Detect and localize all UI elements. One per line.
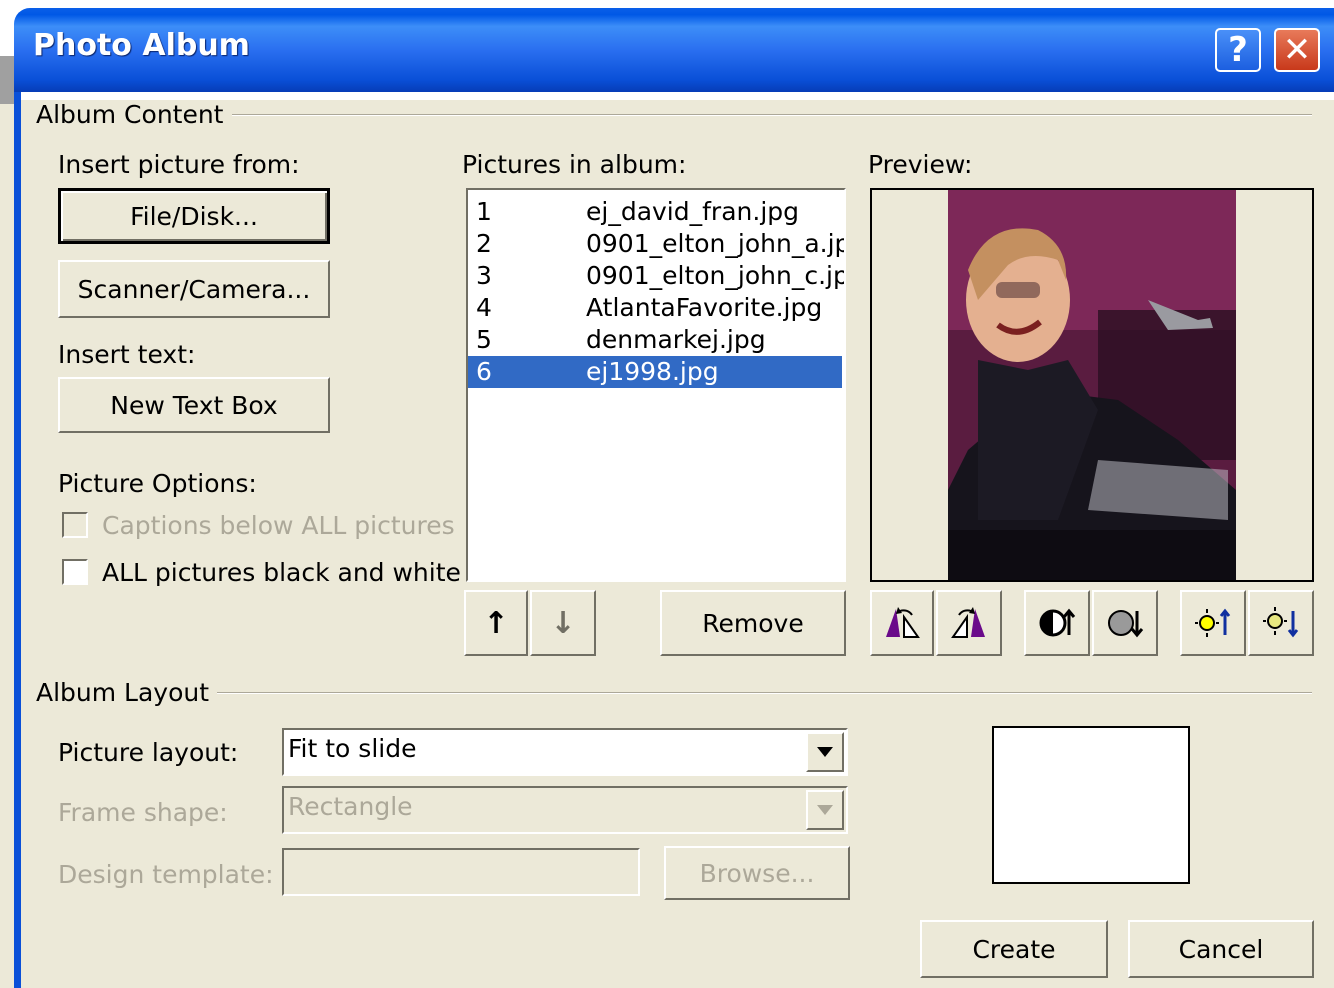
scanner-camera-button[interactable]: Scanner/Camera... (58, 260, 330, 318)
window-title: Photo Album (33, 28, 250, 63)
rotate-right-icon (951, 607, 985, 638)
cancel-button[interactable]: Cancel (1128, 920, 1314, 978)
picture-layout-dropdown[interactable]: Fit to slide (282, 728, 848, 776)
more-brightness-button[interactable] (1180, 590, 1246, 656)
title-bar: Photo Album ? ✕ (0, 0, 1334, 104)
picture-layout-label: Picture layout: (58, 738, 239, 767)
more-contrast-button[interactable] (1024, 590, 1090, 656)
captions-checkbox[interactable] (62, 512, 88, 538)
new-text-box-button[interactable]: New Text Box (58, 377, 330, 433)
less-brightness-button[interactable] (1248, 590, 1314, 656)
contrast-down-icon (1108, 610, 1144, 638)
insert-picture-label: Insert picture from: (58, 150, 300, 179)
close-icon: ✕ (1282, 30, 1312, 70)
help-icon: ? (1228, 30, 1248, 70)
rotate-right-button[interactable] (936, 590, 1002, 656)
remove-button[interactable]: Remove (660, 590, 846, 656)
close-button[interactable]: ✕ (1274, 28, 1320, 72)
less-contrast-button[interactable] (1092, 590, 1158, 656)
album-layout-divider (40, 692, 1312, 694)
design-template-label: Design template: (58, 860, 274, 889)
chevron-down-icon[interactable] (806, 790, 844, 830)
frame-shape-dropdown[interactable]: Rectangle (282, 786, 848, 834)
pictures-in-album-label: Pictures in album: (462, 150, 687, 179)
design-template-field[interactable] (282, 848, 640, 896)
picture-options-label: Picture Options: (58, 469, 257, 498)
list-item[interactable]: 5 denmarkej.jpg (468, 324, 844, 356)
arrow-down-icon: ↓ (550, 605, 576, 641)
move-down-button[interactable]: ↓ (530, 590, 596, 656)
preview-label: Preview: (868, 150, 973, 179)
black-white-checkbox[interactable] (62, 559, 88, 585)
rotate-left-button[interactable] (870, 590, 934, 656)
picture-layout-value: Fit to slide (288, 734, 417, 763)
frame-shape-label: Frame shape: (58, 798, 228, 827)
insert-text-label: Insert text: (58, 340, 196, 369)
move-up-button[interactable]: ↑ (464, 590, 528, 656)
contrast-up-icon (1039, 608, 1076, 637)
list-item[interactable]: 4 AtlantaFavorite.jpg (468, 292, 844, 324)
preview-photo (948, 190, 1236, 580)
album-layout-group-label: Album Layout (36, 678, 218, 707)
layout-preview (992, 726, 1190, 884)
black-white-checkbox-label: ALL pictures black and white (102, 558, 461, 587)
arrow-up-icon: ↑ (483, 605, 509, 641)
captions-checkbox-label: Captions below ALL pictures (102, 511, 455, 540)
chevron-down-icon[interactable] (806, 732, 844, 772)
pictures-list[interactable]: 1 ej_david_fran.jpg 2 0901_elton_john_a.jp… (466, 188, 846, 582)
brightness-down-icon (1263, 607, 1299, 638)
browse-button[interactable]: Browse... (664, 846, 850, 900)
brightness-up-icon (1195, 608, 1231, 637)
create-button[interactable]: Create (920, 920, 1108, 978)
list-item-selected[interactable]: 6 ej1998.jpg (468, 356, 842, 388)
list-item[interactable]: 1 ej_david_fran.jpg (468, 196, 844, 228)
preview-pane (870, 188, 1314, 582)
help-button[interactable]: ? (1215, 28, 1261, 72)
album-content-group-label: Album Content (36, 100, 232, 129)
dialog-border (14, 92, 21, 988)
rotate-left-icon (886, 607, 920, 638)
background-window-edge (0, 56, 14, 104)
frame-shape-value: Rectangle (288, 792, 413, 821)
list-item[interactable]: 2 0901_elton_john_a.jpg (468, 228, 844, 260)
list-item[interactable]: 3 0901_elton_john_c.jpg (468, 260, 844, 292)
file-disk-button[interactable]: File/Disk... (58, 188, 330, 244)
preview-image (948, 190, 1236, 580)
